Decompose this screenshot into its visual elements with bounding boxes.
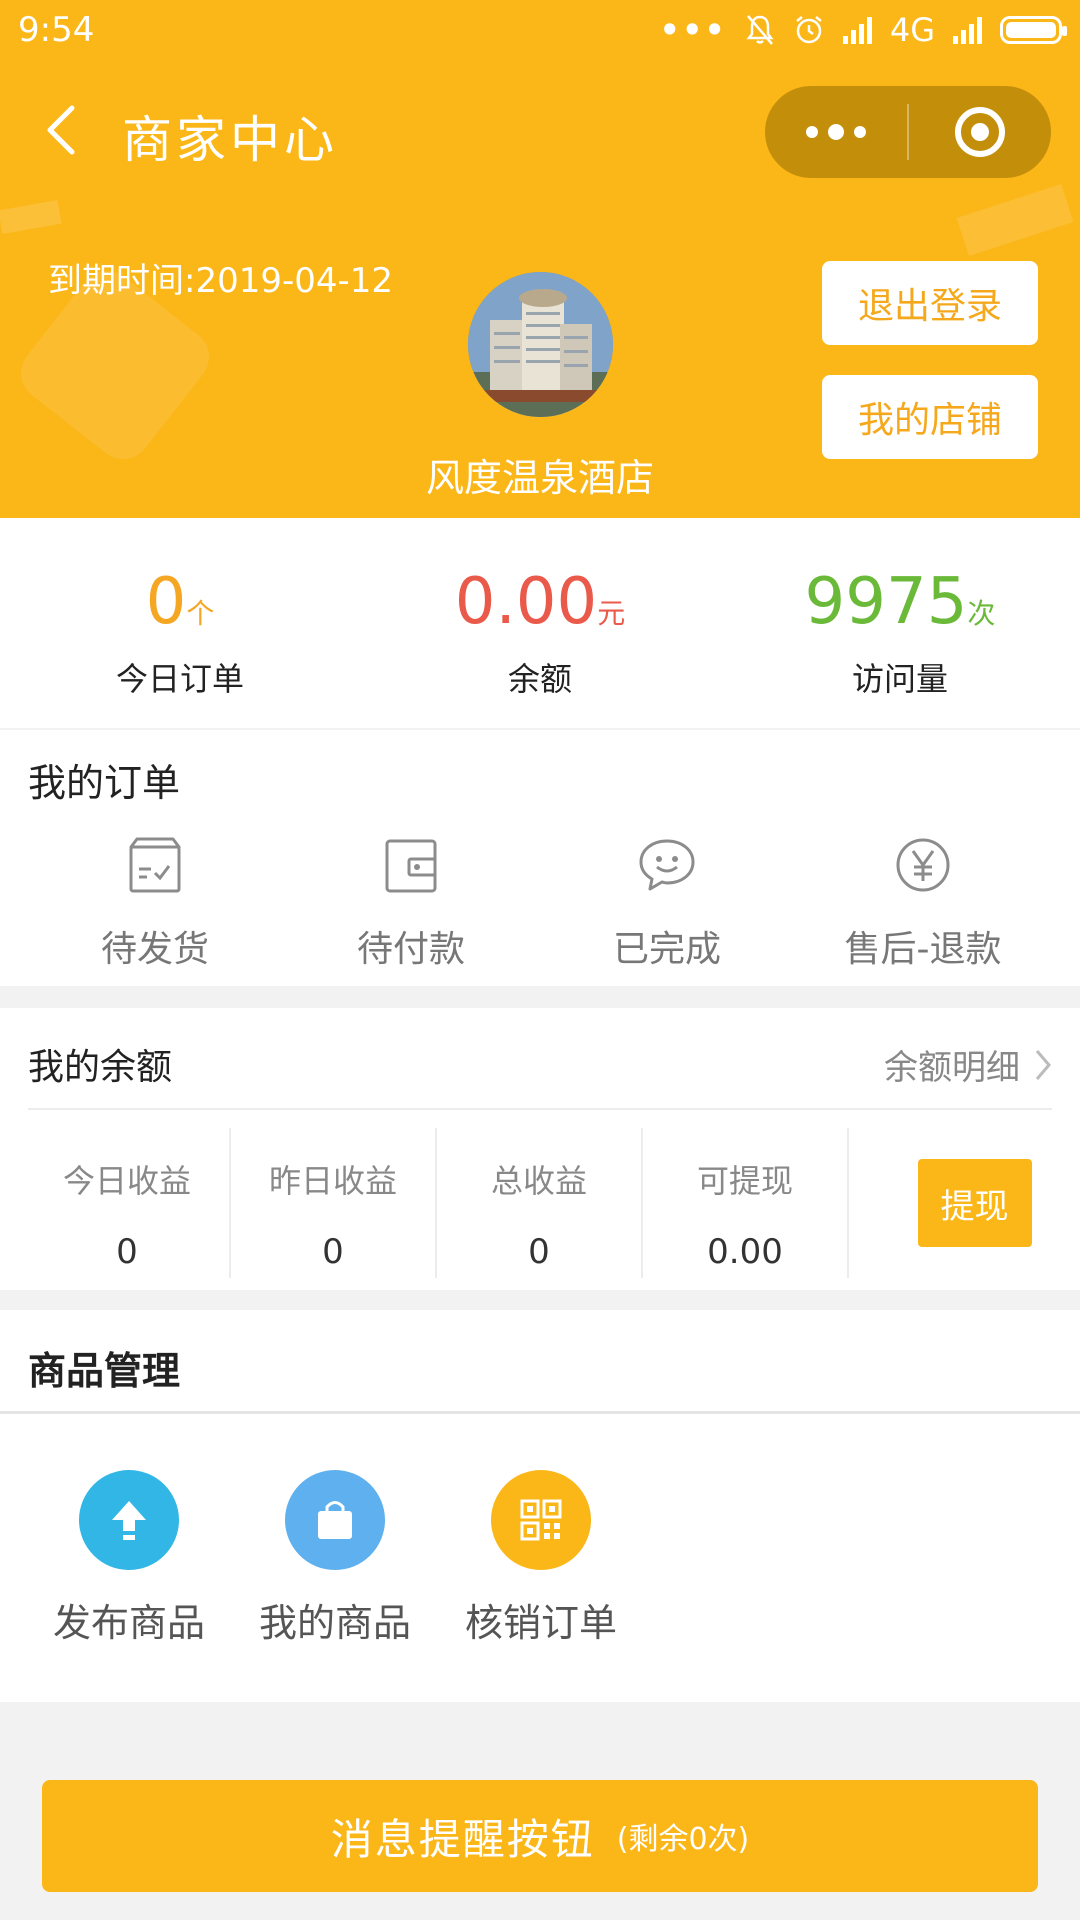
decoration-shape xyxy=(0,199,62,235)
upload-arrow-icon xyxy=(112,1501,146,1540)
divider xyxy=(0,1411,1080,1414)
goods-actions: 发布商品 我的商品 核销订单 xyxy=(0,1470,644,1647)
target-icon xyxy=(954,107,1005,157)
qr-code-icon xyxy=(520,1499,562,1541)
goods-label: 发布商品 xyxy=(52,1601,205,1645)
section-title: 我的订单 xyxy=(28,761,181,805)
balance-value: 0 xyxy=(116,1232,138,1272)
stat-value: 0 xyxy=(145,565,187,639)
status-bar: 9:54 ••• 4G xyxy=(0,0,1080,62)
order-pending-shipment[interactable]: 待发货 xyxy=(27,830,283,972)
chevron-right-icon xyxy=(1035,1049,1051,1080)
stat-value-wrap: 9975次 xyxy=(720,566,1080,638)
more-button[interactable] xyxy=(765,86,907,178)
back-button[interactable] xyxy=(40,102,80,158)
mute-icon xyxy=(746,15,774,45)
order-refund[interactable]: 售后-退款 xyxy=(795,830,1051,972)
section-title: 我的余额 xyxy=(28,1047,173,1088)
stat-label: 访问量 xyxy=(851,660,948,698)
wallet-icon xyxy=(385,839,437,893)
balance-value: 0.00 xyxy=(707,1232,783,1272)
stat-value-wrap: 0个 xyxy=(0,566,360,638)
message-remaining: (剩余0次) xyxy=(616,1822,750,1857)
box-check-icon xyxy=(129,837,181,893)
balance-value: 0 xyxy=(322,1232,344,1272)
alarm-icon xyxy=(796,16,822,44)
publish-goods-button[interactable]: 发布商品 xyxy=(26,1470,232,1647)
stat-value-wrap: 0.00元 xyxy=(360,566,720,638)
order-label: 售后-退款 xyxy=(844,929,1002,970)
expire-date: 到期时间:2019-04-12 xyxy=(48,261,394,301)
message-reminder-button[interactable]: 消息提醒按钮 (剩余0次) xyxy=(42,1780,1038,1892)
stats-panel: 0个 今日订单 0.00元 余额 9975次 访问量 xyxy=(0,518,1080,728)
order-status-list: 待发货 待付款 已完成 售后-退款 xyxy=(0,830,1080,972)
status-icons: ••• 4G xyxy=(659,8,1067,52)
merchant-header: 9:54 ••• 4G 商家中心 到期时间:2019-04-12 风度温泉酒店 … xyxy=(0,0,1080,518)
hotel-image xyxy=(468,272,613,417)
publish-circle xyxy=(79,1470,179,1570)
balance-value: 0 xyxy=(528,1232,550,1272)
stat-unit: 个 xyxy=(186,597,215,630)
balance-label: 可提现 xyxy=(696,1162,793,1200)
section-title: 商品管理 xyxy=(28,1349,181,1393)
stat-unit: 元 xyxy=(597,597,626,630)
verify-circle xyxy=(491,1470,591,1570)
balance-label: 今日收益 xyxy=(62,1162,191,1200)
my-shop-button[interactable]: 我的店铺 xyxy=(822,375,1038,459)
smile-chat-icon xyxy=(639,839,695,891)
miniprogram-capsule xyxy=(765,86,1051,178)
balance-detail-label: 余额明细 xyxy=(884,1048,1020,1088)
order-pending-payment[interactable]: 待付款 xyxy=(283,830,539,972)
message-button-label: 消息提醒按钮 xyxy=(330,1814,595,1864)
order-completed[interactable]: 已完成 xyxy=(539,830,795,972)
balance-label: 昨日收益 xyxy=(268,1162,397,1200)
more-dots-icon xyxy=(806,126,818,138)
my-orders-section: 我的订单 待发货 待付款 已完成 售后-退款 xyxy=(0,730,1080,986)
decoration-shape xyxy=(956,183,1074,257)
my-goods-button[interactable]: 我的商品 xyxy=(232,1470,438,1647)
stat-unit: 次 xyxy=(967,597,996,630)
logout-button[interactable]: 退出登录 xyxy=(822,261,1038,345)
stat-value: 9975 xyxy=(804,565,968,639)
page-title: 商家中心 xyxy=(122,111,338,169)
shop-avatar[interactable] xyxy=(468,272,613,417)
goods-label: 核销订单 xyxy=(464,1601,617,1645)
status-time: 9:54 xyxy=(18,10,95,50)
balance-withdrawable: 可提现 0.00 xyxy=(643,1128,849,1278)
signal-icon xyxy=(953,16,982,44)
stat-visits[interactable]: 9975次 访问量 xyxy=(720,518,1080,728)
withdraw-button[interactable]: 提现 xyxy=(917,1159,1032,1247)
balance-label: 总收益 xyxy=(490,1162,587,1200)
more-dots-icon: ••• xyxy=(659,11,727,49)
more-dots-icon xyxy=(828,124,844,140)
my-goods-circle xyxy=(285,1470,385,1570)
yen-circle-icon xyxy=(896,838,950,892)
balance-total: 总收益 0 xyxy=(437,1128,643,1278)
order-label: 待付款 xyxy=(356,929,465,970)
stat-value: 0.00 xyxy=(454,565,598,639)
stat-label: 今日订单 xyxy=(115,660,244,698)
close-button[interactable] xyxy=(909,86,1051,178)
balance-detail-link[interactable]: 余额明细 xyxy=(884,1040,1052,1089)
battery-icon xyxy=(1000,16,1067,44)
balance-yesterday: 昨日收益 0 xyxy=(231,1128,437,1278)
goods-management-section: 商品管理 发布商品 我的商品 核销订单 xyxy=(0,1310,1080,1702)
network-type: 4G xyxy=(889,11,935,49)
more-dots-icon xyxy=(854,126,866,138)
divider xyxy=(28,1108,1052,1110)
goods-label: 我的商品 xyxy=(258,1601,411,1645)
stat-today-orders[interactable]: 0个 今日订单 xyxy=(0,518,360,728)
order-label: 已完成 xyxy=(612,929,721,970)
withdraw-wrap: 提现 xyxy=(849,1128,1080,1278)
balance-columns: 今日收益 0 昨日收益 0 总收益 0 可提现 0.00 提现 xyxy=(0,1128,1080,1278)
balance-today: 今日收益 0 xyxy=(25,1128,231,1278)
shopping-bag-icon xyxy=(318,1501,352,1539)
verify-order-button[interactable]: 核销订单 xyxy=(438,1470,644,1647)
stat-label: 余额 xyxy=(507,660,572,698)
signal-icon xyxy=(842,16,872,44)
my-balance-section: 我的余额 余额明细 今日收益 0 昨日收益 0 总收益 0 可提现 0.00 提… xyxy=(0,1008,1080,1290)
order-label: 待发货 xyxy=(100,929,209,970)
stat-balance[interactable]: 0.00元 余额 xyxy=(360,518,720,728)
chevron-left-icon xyxy=(47,105,75,155)
